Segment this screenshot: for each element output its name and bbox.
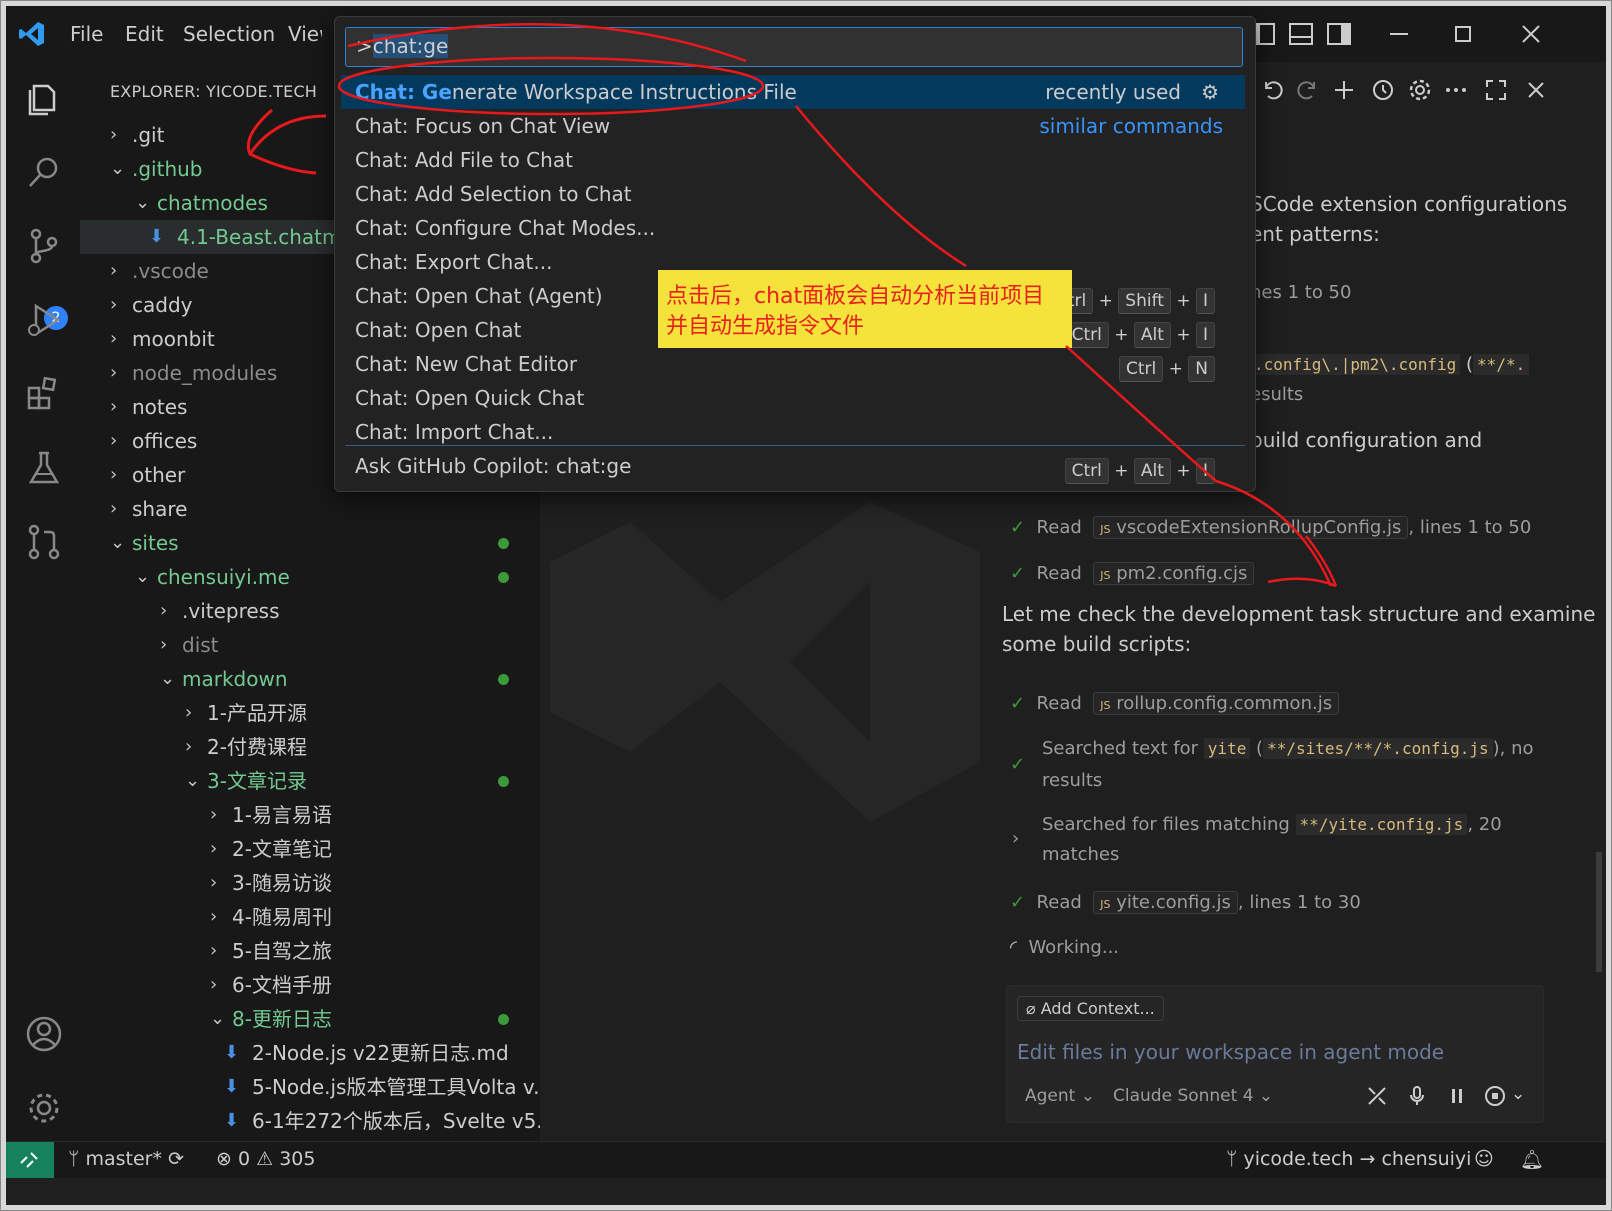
vscode-window: File Edit Selection View 2 EXPLORER: YIC… [6, 6, 1606, 1205]
annotation-arrowhead [1267, 577, 1337, 588]
annotation-arrow-line [1065, 345, 1333, 587]
red-annotation-marks [246, 23, 1338, 588]
annotation-ellipse [337, 56, 765, 116]
annotation-arrow-line [795, 105, 967, 268]
annotation-ellipse-top [347, 23, 747, 63]
